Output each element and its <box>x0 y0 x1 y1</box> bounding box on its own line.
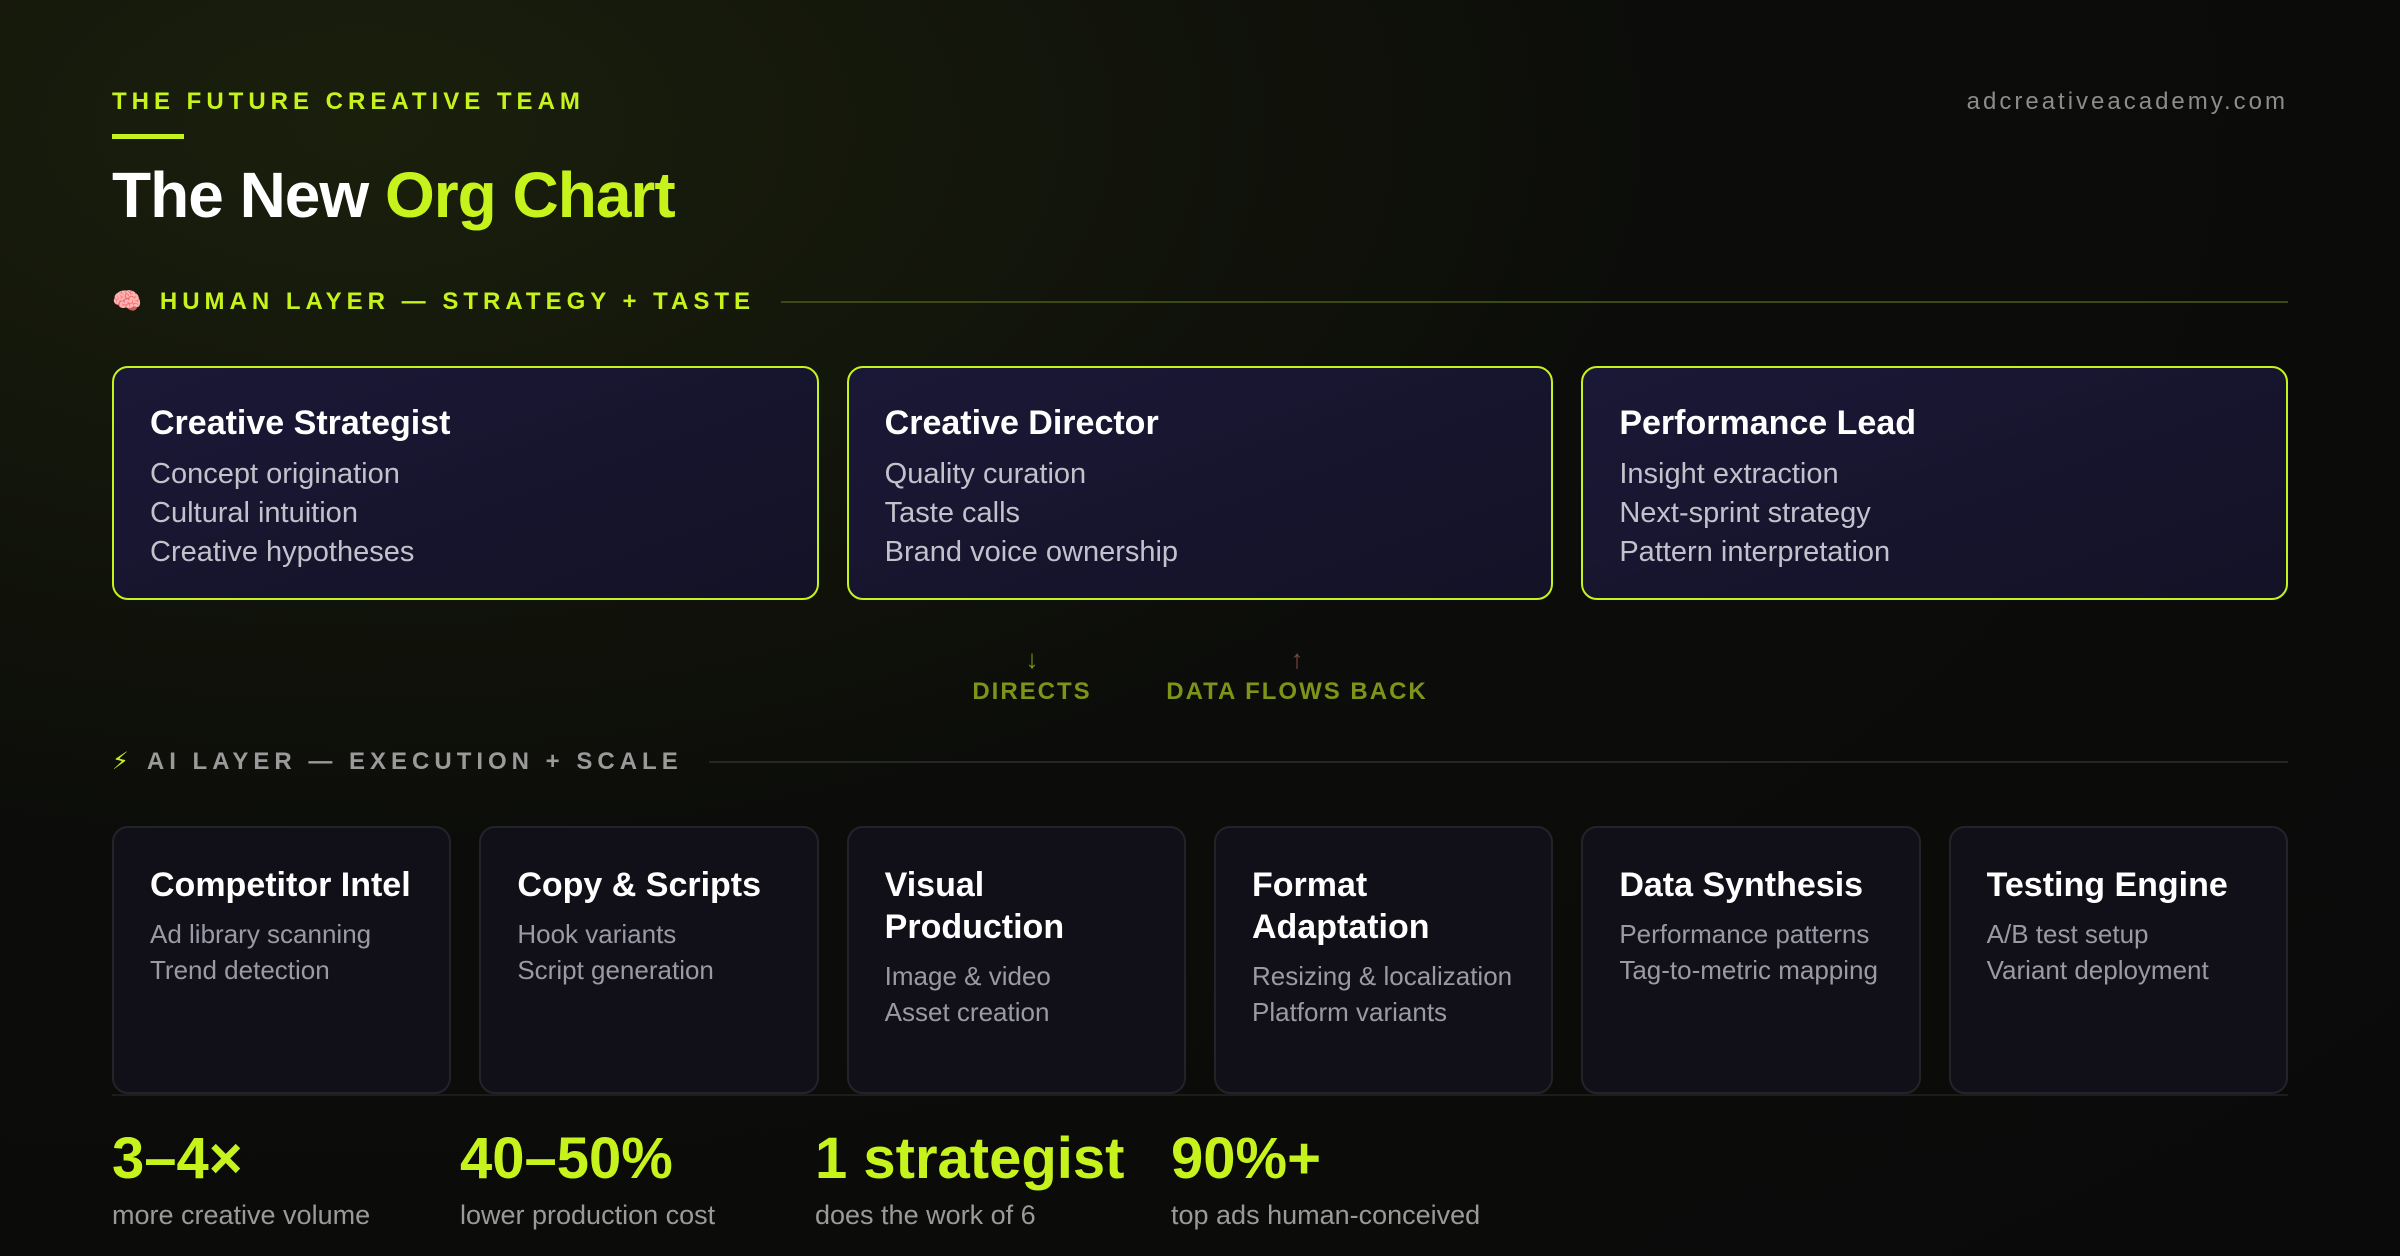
human-card-creative-strategist: Creative Strategist Concept origination … <box>112 366 819 600</box>
card-item: Creative hypotheses <box>150 536 415 568</box>
human-card-performance-lead: Performance Lead Insight extraction Next… <box>1581 366 2289 600</box>
human-layer-cards: Creative Strategist Concept origination … <box>112 366 2289 600</box>
card-item: A/B test setup <box>1986 919 2149 949</box>
stat-volume: 3–4× more creative volume <box>112 1124 460 1231</box>
card-item: Tag-to-metric mapping <box>1619 955 1878 985</box>
ai-layer-header: ⚡ AI LAYER — EXECUTION + SCALE <box>112 747 2288 776</box>
card-item: Taste calls <box>884 497 1021 529</box>
ai-layer-label: AI LAYER — EXECUTION + SCALE <box>146 747 683 775</box>
card-title: Testing Engine <box>1986 866 2228 904</box>
card-item: Insight extraction <box>1619 458 1839 490</box>
lightning-icon: ⚡ <box>112 748 129 775</box>
card-item: Trend detection <box>150 955 330 985</box>
card-item: Asset creation <box>884 997 1050 1027</box>
stat-value: 40–50% <box>460 1126 673 1191</box>
ai-card-format-adaptation: Format Adaptation Resizing & localizatio… <box>1213 826 1554 1094</box>
flow-directs-label: DIRECTS <box>972 678 1092 705</box>
card-item: Cultural intuition <box>150 497 358 529</box>
card-item: Ad library scanning <box>150 919 372 949</box>
stat-strategist: 1 strategist does the work of 6 <box>815 1124 1171 1231</box>
human-card-creative-director: Creative Director Quality curation Taste… <box>846 366 1554 600</box>
card-title: Performance Lead <box>1619 404 1917 442</box>
title-main: The New <box>112 159 385 231</box>
stat-value: 90%+ <box>1171 1126 1321 1191</box>
eyebrow-underline <box>112 134 184 139</box>
ai-card-visual-production: Visual Production Image & video Asset cr… <box>846 826 1186 1094</box>
card-item: Hook variants <box>517 919 677 949</box>
card-item: Next-sprint strategy <box>1619 497 1871 529</box>
section-divider <box>781 300 2288 303</box>
stat-human-conceived: 90%+ top ads human-conceived <box>1171 1124 1480 1231</box>
stat-value: 3–4× <box>112 1126 243 1191</box>
card-title: Format Adaptation <box>1251 866 1430 946</box>
stats-row: 3–4× more creative volume 40–50% lower p… <box>112 1124 1480 1231</box>
ai-card-data-synthesis: Data Synthesis Performance patterns Tag-… <box>1581 826 1921 1094</box>
card-item: Variant deployment <box>1986 955 2209 985</box>
ai-card-competitor-intel: Competitor Intel Ad library scanning Tre… <box>112 826 452 1094</box>
card-title: Creative Director <box>884 404 1159 442</box>
stats-divider <box>112 1094 2288 1096</box>
ai-card-copy-scripts: Copy & Scripts Hook variants Script gene… <box>479 826 819 1094</box>
card-title: Data Synthesis <box>1619 866 1864 904</box>
stat-desc: lower production cost <box>460 1200 716 1230</box>
arrow-down-icon: ↓ <box>1025 644 1039 674</box>
stat-desc: top ads human-conceived <box>1171 1200 1481 1230</box>
human-layer-label: HUMAN LAYER — STRATEGY + TASTE <box>159 287 756 315</box>
flow-data-back: ↑ DATA FLOWS BACK <box>1166 646 1428 706</box>
card-title: Copy & Scripts <box>517 866 762 904</box>
eyebrow-label: THE FUTURE CREATIVE TEAM <box>112 88 585 115</box>
card-item: Performance patterns <box>1619 919 1870 949</box>
card-item: Quality curation <box>884 458 1087 490</box>
card-item: Script generation <box>517 955 714 985</box>
card-title: Visual Production <box>884 866 1065 946</box>
stat-value: 1 strategist <box>815 1126 1125 1191</box>
card-title: Creative Strategist <box>150 404 451 442</box>
arrow-up-icon: ↑ <box>1290 644 1304 674</box>
flow-directs: ↓ DIRECTS <box>972 646 1092 706</box>
card-item: Pattern interpretation <box>1619 536 1891 568</box>
stat-cost: 40–50% lower production cost <box>460 1124 815 1231</box>
card-item: Platform variants <box>1251 997 1448 1027</box>
flow-back-label: DATA FLOWS BACK <box>1166 678 1428 705</box>
site-url: adcreativeacademy.com <box>1966 88 2288 115</box>
card-title: Competitor Intel <box>150 866 411 904</box>
ai-card-testing-engine: Testing Engine A/B test setup Variant de… <box>1948 826 2288 1094</box>
page-title: The New Org Chart <box>112 158 676 232</box>
stat-desc: more creative volume <box>112 1200 371 1230</box>
human-layer-header: 🧠 HUMAN LAYER — STRATEGY + TASTE <box>112 287 2288 316</box>
section-divider <box>708 760 2288 763</box>
ai-layer-cards: Competitor Intel Ad library scanning Tre… <box>112 826 2288 1094</box>
card-item: Image & video <box>884 961 1051 991</box>
card-item: Concept origination <box>150 458 400 490</box>
stat-desc: does the work of 6 <box>815 1200 1036 1230</box>
brain-icon: 🧠 <box>112 288 142 315</box>
card-item: Resizing & localization <box>1251 961 1513 991</box>
card-item: Brand voice ownership <box>884 536 1179 568</box>
title-accent: Org Chart <box>384 159 676 231</box>
